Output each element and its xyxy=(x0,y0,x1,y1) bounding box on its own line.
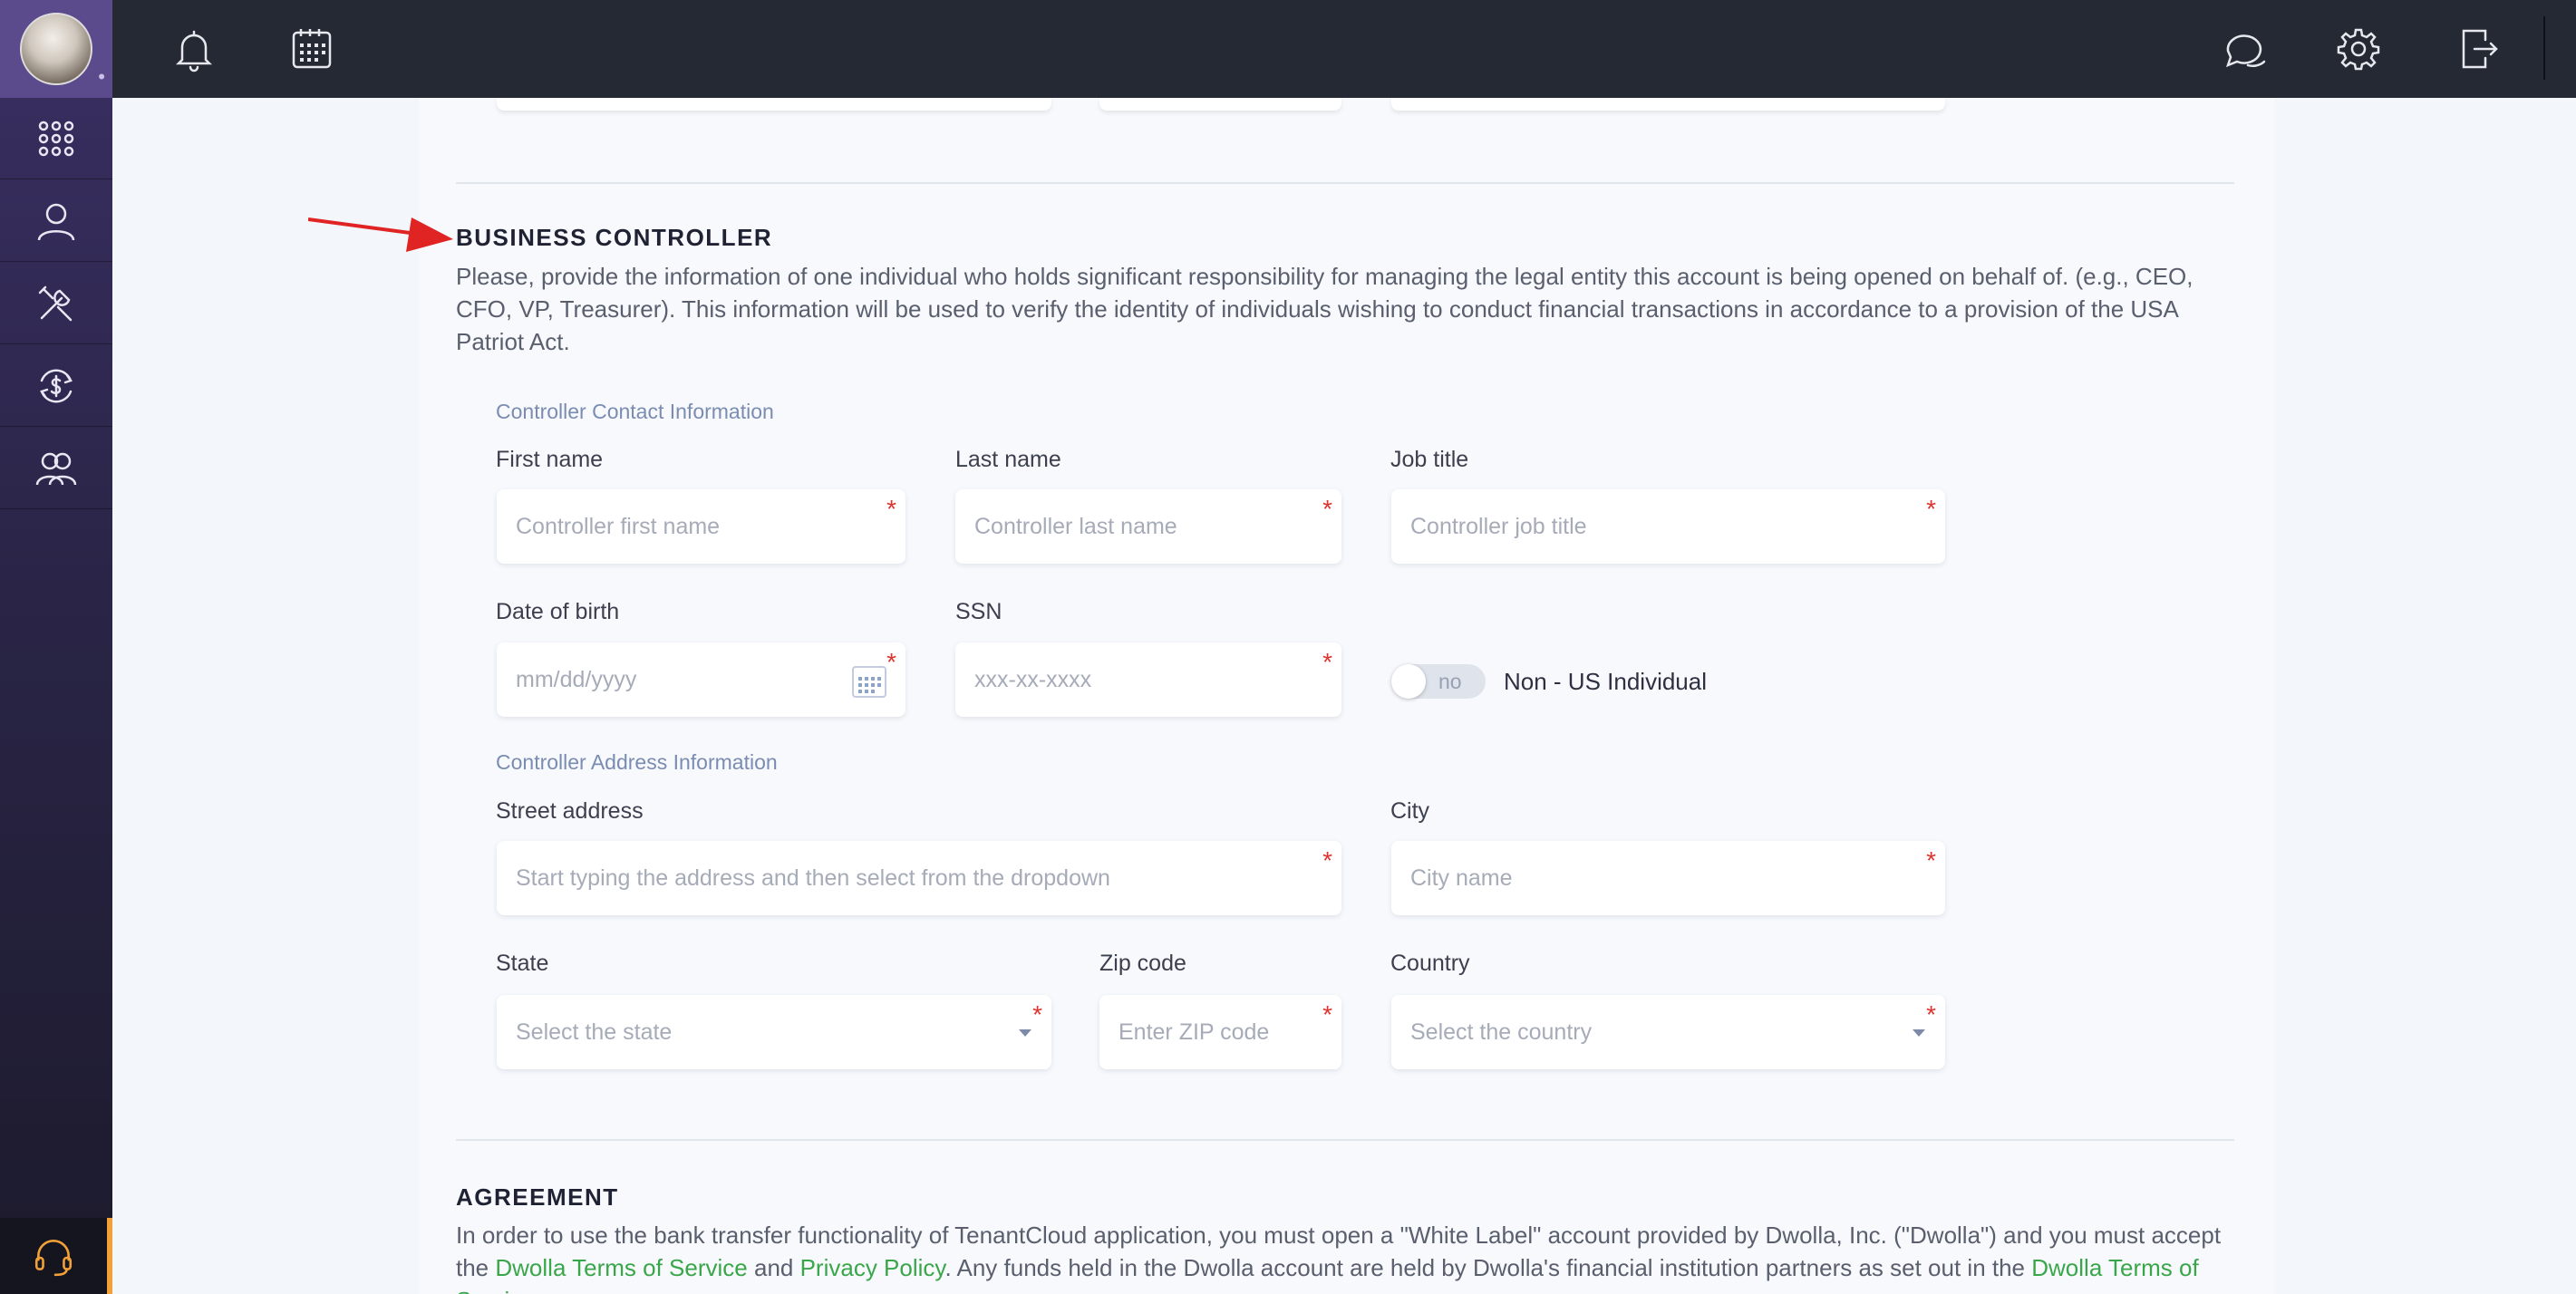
privacy-policy-link[interactable]: Privacy Policy xyxy=(800,1254,945,1281)
job-title-input[interactable]: Controller job title * xyxy=(1391,489,1945,564)
user-icon xyxy=(37,203,75,240)
toggle-knob xyxy=(1391,664,1426,699)
ssn-placeholder: xxx-xx-xxxx xyxy=(974,667,1092,692)
first-name-input[interactable]: Controller first name * xyxy=(497,489,905,564)
bell-icon xyxy=(175,30,213,72)
required-mark: * xyxy=(1322,1000,1332,1028)
calendar-icon[interactable] xyxy=(851,664,887,699)
settings-button[interactable] xyxy=(2331,22,2386,76)
ssn-label: SSN xyxy=(955,599,1002,624)
last-name-input[interactable]: Controller last name * xyxy=(955,489,1341,564)
section-divider xyxy=(456,182,2234,184)
sidebar-item-team[interactable] xyxy=(0,428,112,509)
business-controller-title: BUSINESS CONTROLLER xyxy=(456,224,773,251)
country-select[interactable]: Select the country * xyxy=(1391,995,1945,1069)
dwolla-terms-link[interactable]: Dwolla Terms of Service xyxy=(495,1254,747,1281)
business-controller-description: Please, provide the information of one i… xyxy=(456,263,2193,355)
topbar-divider xyxy=(2543,16,2545,80)
street-address-input[interactable]: Start typing the address and then select… xyxy=(497,841,1341,915)
sidebar: • xyxy=(0,0,112,1294)
chevron-down-icon xyxy=(1019,1029,1031,1037)
last-name-label: Last name xyxy=(955,447,1061,472)
required-mark: * xyxy=(1926,846,1936,874)
required-mark: * xyxy=(886,648,896,676)
tools-icon xyxy=(38,285,73,321)
section-divider xyxy=(456,1139,2234,1141)
chevron-down-icon xyxy=(1913,1029,1925,1037)
ssn-input[interactable]: xxx-xx-xxxx * xyxy=(955,642,1341,717)
state-placeholder: Select the state xyxy=(516,1019,673,1045)
required-mark: * xyxy=(1322,495,1332,523)
required-mark: * xyxy=(1926,495,1936,523)
country-label: Country xyxy=(1390,951,1470,976)
dob-label: Date of birth xyxy=(496,599,620,624)
previous-input-1[interactable] xyxy=(497,98,1051,111)
top-bar xyxy=(112,0,2576,98)
job-title-label: Job title xyxy=(1390,447,1469,472)
agreement-text: In order to use the bank transfer functi… xyxy=(456,1219,2242,1294)
first-name-label: First name xyxy=(496,447,604,472)
toggle-state-text: no xyxy=(1438,670,1462,693)
previous-input-3[interactable] xyxy=(1391,98,1945,111)
logout-button[interactable] xyxy=(2451,22,2505,76)
state-label: State xyxy=(496,951,549,976)
annotation-arrow-icon xyxy=(308,217,453,252)
support-button[interactable] xyxy=(0,1218,112,1294)
country-placeholder: Select the country xyxy=(1410,1019,1593,1045)
avatar-image xyxy=(20,13,92,85)
required-mark: * xyxy=(1322,648,1332,676)
last-name-placeholder: Controller last name xyxy=(974,514,1177,539)
required-mark: * xyxy=(1032,1000,1042,1028)
first-name-placeholder: Controller first name xyxy=(516,514,721,539)
agreement-title: AGREEMENT xyxy=(456,1183,619,1211)
payments-icon xyxy=(40,369,73,402)
address-info-heading: Controller Address Information xyxy=(496,750,778,774)
sidebar-item-payments[interactable] xyxy=(0,345,112,427)
contact-info-heading: Controller Contact Information xyxy=(496,400,774,423)
calendar-button[interactable] xyxy=(285,22,339,76)
dob-placeholder: mm/dd/yyyy xyxy=(516,667,637,692)
chat-icon xyxy=(2225,34,2266,68)
user-avatar[interactable]: • xyxy=(0,0,112,98)
non-us-toggle-label: Non - US Individual xyxy=(1504,668,1707,695)
logout-icon xyxy=(2462,29,2498,69)
zip-label: Zip code xyxy=(1099,951,1186,976)
street-placeholder: Start typing the address and then select… xyxy=(516,865,1110,891)
required-mark: * xyxy=(1926,1000,1936,1028)
agreement-text-part: and xyxy=(747,1254,800,1281)
required-mark: * xyxy=(1322,846,1332,874)
agreement-text-part: . Any funds held in the Dwolla account a… xyxy=(944,1254,2032,1281)
city-label: City xyxy=(1390,798,1430,824)
zip-code-input[interactable]: Enter ZIP code * xyxy=(1099,995,1341,1069)
zip-placeholder: Enter ZIP code xyxy=(1119,1019,1270,1045)
sidebar-item-profile[interactable] xyxy=(0,180,112,262)
city-input[interactable]: City name * xyxy=(1391,841,1945,915)
city-placeholder: City name xyxy=(1410,865,1513,891)
previous-input-2[interactable] xyxy=(1099,98,1341,111)
messages-button[interactable] xyxy=(2217,22,2271,76)
job-title-placeholder: Controller job title xyxy=(1410,514,1587,539)
non-us-toggle[interactable]: no xyxy=(1391,664,1486,699)
pin-icon[interactable]: • xyxy=(98,65,105,89)
sidebar-item-tools[interactable] xyxy=(0,263,112,344)
dob-input[interactable]: mm/dd/yyyy * xyxy=(497,642,905,717)
street-label: Street address xyxy=(496,798,644,824)
required-mark: * xyxy=(886,495,896,523)
calendar-icon xyxy=(292,29,332,69)
headset-icon xyxy=(34,1240,73,1277)
gear-icon xyxy=(2337,28,2380,71)
sidebar-item-apps[interactable] xyxy=(0,98,112,179)
apps-icon xyxy=(38,121,74,156)
notifications-button[interactable] xyxy=(167,22,221,76)
state-select[interactable]: Select the state * xyxy=(497,995,1051,1069)
team-icon xyxy=(35,452,77,485)
